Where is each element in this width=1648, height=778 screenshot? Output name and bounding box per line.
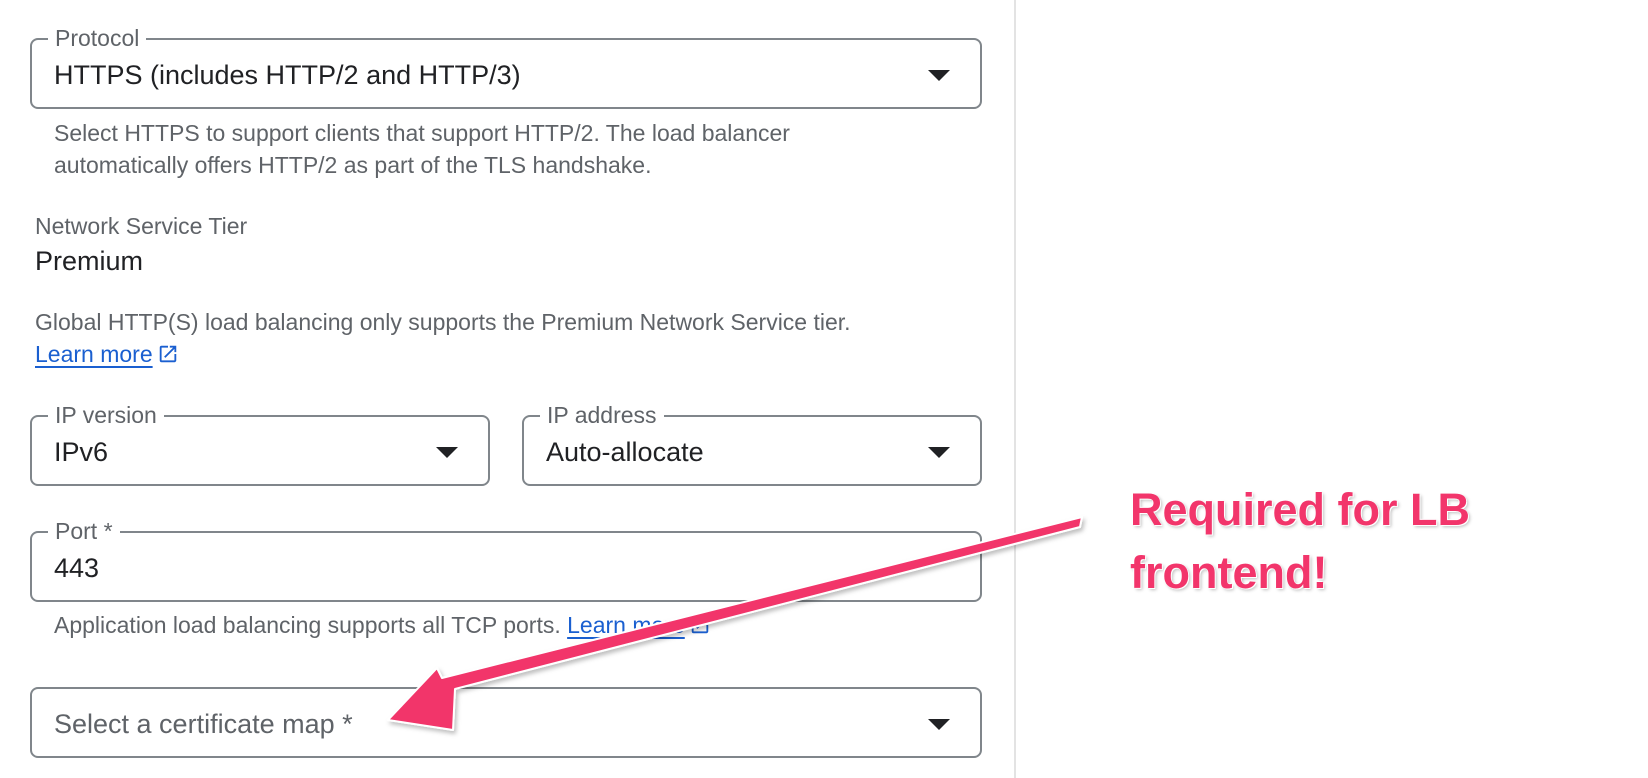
port-hint-text: Application load balancing supports all … [54,612,561,638]
network-tier-hint-text: Global HTTP(S) load balancing only suppo… [35,309,851,335]
panel-divider [1014,0,1016,778]
protocol-hint: Select HTTPS to support clients that sup… [54,117,790,181]
ip-version-label: IP version [48,401,164,429]
dropdown-arrow-icon [928,70,950,81]
network-tier-label: Network Service Tier [35,213,248,239]
protocol-hint-line1: Select HTTPS to support clients that sup… [54,120,790,146]
dropdown-arrow-icon [928,719,950,730]
ip-address-value: Auto-allocate [546,437,704,467]
network-tier-value: Premium [35,246,144,276]
port-value[interactable]: 443 [54,551,99,585]
dropdown-arrow-icon [436,447,458,458]
protocol-hint-line2: automatically offers HTTP/2 as part of t… [54,152,652,178]
port-input[interactable]: Port * 443 [30,517,982,602]
ip-version-value: IPv6 [54,437,109,467]
open-in-new-icon[interactable] [157,341,179,373]
protocol-value: HTTPS (includes HTTP/2 and HTTP/3) [54,60,521,90]
annotation-line1: Required for LB [1130,484,1471,535]
protocol-label: Protocol [48,24,147,52]
network-tier-hint: Global HTTP(S) load balancing only suppo… [35,306,851,373]
ip-address-select[interactable]: IP address Auto-allocate [522,401,982,486]
certificate-map-select[interactable]: Select a certificate map * [30,687,982,758]
port-hint: Application load balancing supports all … [54,609,711,644]
protocol-select[interactable]: Protocol HTTPS (includes HTTP/2 and HTTP… [30,24,982,109]
ip-address-label: IP address [540,401,664,429]
dropdown-arrow-icon [928,447,950,458]
ip-version-select[interactable]: IP version IPv6 [30,401,490,486]
annotation-callout: Required for LB frontend! [1130,478,1610,604]
annotation-line2: frontend! [1130,547,1328,598]
port-label: Port * [48,517,120,545]
port-learn-more-link[interactable]: Learn more [567,612,685,638]
network-tier-learn-more-link[interactable]: Learn more [35,341,153,367]
certificate-map-placeholder: Select a certificate map * [54,709,353,739]
open-in-new-icon[interactable] [689,612,711,644]
